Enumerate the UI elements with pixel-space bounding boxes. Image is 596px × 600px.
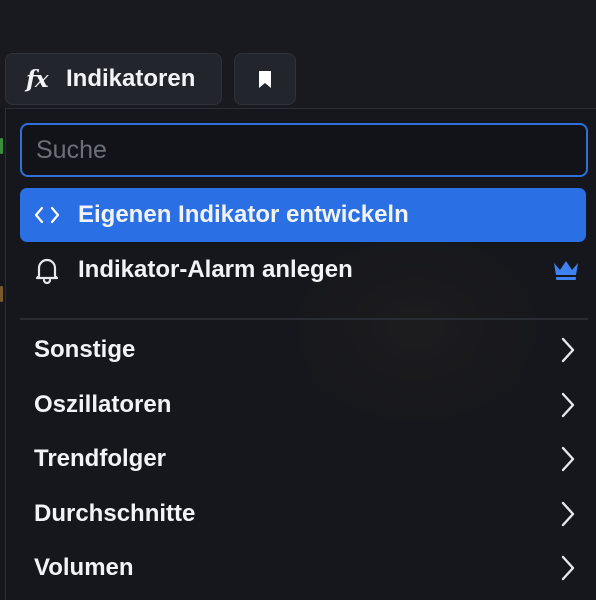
develop-indicator-label: Eigenen Indikator entwickeln — [78, 201, 409, 228]
chevron-right-icon — [560, 391, 576, 424]
indicator-alarm-item[interactable]: Indikator-Alarm anlegen — [20, 243, 586, 297]
fx-icon: fx — [26, 65, 49, 93]
chart-candle-mark — [0, 138, 3, 154]
crown-icon — [552, 259, 580, 286]
category-label: Sonstige — [34, 336, 136, 363]
chevron-right-icon — [560, 445, 576, 478]
category-label: Trendfolger — [34, 445, 167, 472]
indicators-dropdown: Eigenen Indikator entwickeln Indikator-A… — [5, 108, 596, 600]
bell-icon — [32, 255, 62, 285]
category-item-sonstige[interactable]: Sonstige — [20, 323, 586, 377]
chevron-right-icon — [560, 500, 576, 533]
indicator-alarm-label: Indikator-Alarm anlegen — [78, 256, 353, 283]
indicators-button[interactable]: fx Indikatoren — [5, 53, 222, 105]
chart-candle-mark — [0, 286, 3, 302]
category-item-oszillatoren[interactable]: Oszillatoren — [20, 378, 586, 432]
chevron-right-icon — [560, 554, 576, 587]
menu-divider — [20, 318, 588, 320]
chevron-right-icon — [560, 336, 576, 369]
category-item-durchschnitte[interactable]: Durchschnitte — [20, 487, 586, 541]
category-item-trendfolger[interactable]: Trendfolger — [20, 432, 586, 486]
indicators-button-label: Indikatoren — [66, 65, 196, 92]
category-label: Oszillatoren — [34, 391, 172, 418]
category-label: Volumen — [34, 554, 134, 581]
category-item-volumen[interactable]: Volumen — [20, 541, 586, 595]
search-input[interactable] — [20, 123, 588, 177]
app-stage: fx Indikatoren Eigenen Indikator entwick… — [0, 0, 596, 600]
bookmark-button[interactable] — [234, 53, 296, 105]
develop-indicator-item[interactable]: Eigenen Indikator entwickeln — [20, 188, 586, 242]
chart-edge — [0, 108, 4, 600]
bookmark-icon — [259, 70, 271, 88]
code-brackets-icon — [32, 200, 62, 230]
category-label: Durchschnitte — [34, 500, 196, 527]
